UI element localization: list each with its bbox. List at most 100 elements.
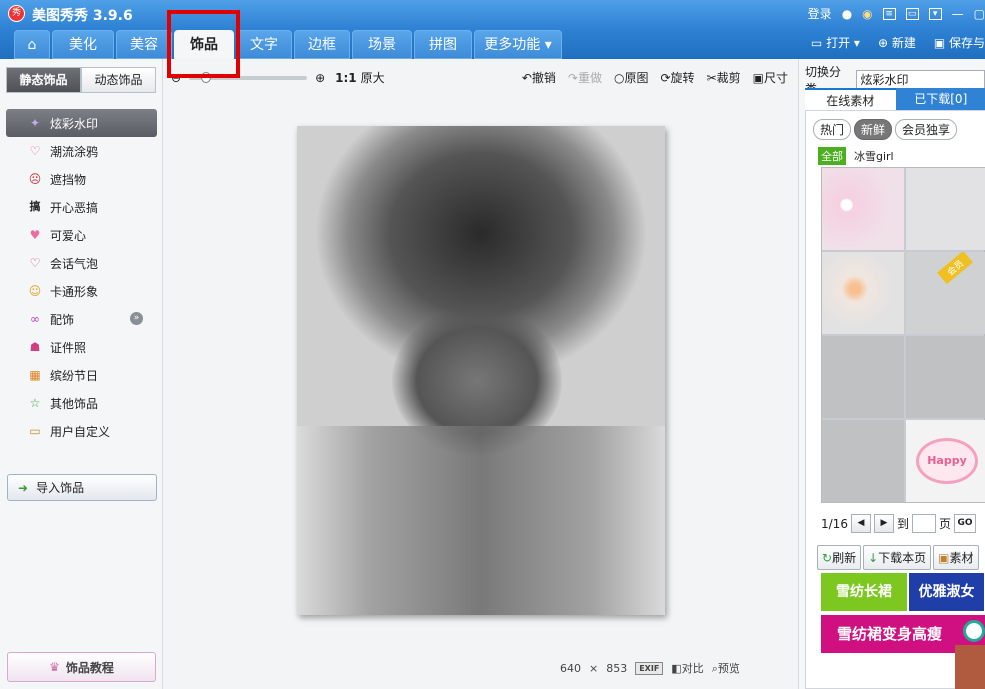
ad-logo-icon[interactable]	[963, 620, 985, 642]
category-label: 潮流涂鸦	[50, 144, 99, 159]
rotate-button[interactable]: ⟳旋转	[660, 69, 694, 86]
crop-button[interactable]: ✂裁剪	[707, 69, 741, 86]
folder-icon: ▭	[29, 424, 41, 438]
download-page-button[interactable]: ↓下载本页	[863, 545, 932, 570]
photo-canvas[interactable]	[297, 126, 665, 615]
ad-corner-image[interactable]	[955, 645, 985, 689]
new-button[interactable]: ⊕ 新建	[878, 34, 916, 51]
category-item[interactable]: ♡ 会话气泡	[6, 249, 157, 277]
page-unit-label: 页	[938, 517, 951, 531]
tab-downloaded[interactable]: 已下载[0]	[895, 88, 985, 110]
tab-beautify[interactable]: 美化	[52, 30, 114, 59]
undo-button[interactable]: ↶撤销	[522, 69, 556, 86]
tab-decorations[interactable]: 饰品	[174, 30, 234, 59]
category-select[interactable]: 炫彩水印	[856, 70, 985, 90]
material-thumbnail[interactable]	[906, 336, 985, 418]
exif-button[interactable]: EXIF	[635, 661, 664, 675]
category-item[interactable]: ♡ 潮流涂鸦	[6, 137, 157, 165]
author-filter: 全部 冰雪girl	[818, 147, 894, 165]
tab-scene[interactable]: 场景	[352, 30, 412, 59]
ad-banner[interactable]: 优雅淑女	[909, 573, 984, 611]
material-label: 素材	[949, 551, 974, 565]
undo-icon: ↶	[521, 71, 532, 85]
image-width: 640	[560, 661, 581, 675]
tab-online-materials[interactable]: 在线素材	[805, 88, 896, 110]
category-label: 缤纷节日	[50, 368, 99, 383]
qq-icon[interactable]: ●	[842, 7, 852, 21]
category-item[interactable]: ☹ 遮挡物	[6, 165, 157, 193]
menu-dropdown-icon[interactable]: ▾	[928, 7, 942, 20]
chip-hot[interactable]: 热门	[813, 119, 852, 140]
author-filter-item[interactable]: 冰雪girl	[854, 148, 894, 164]
all-filter[interactable]: 全部	[818, 147, 846, 165]
category-item[interactable]: ✦ 炫彩水印	[6, 109, 157, 137]
import-decoration-button[interactable]: ➜ 导入饰品	[7, 474, 157, 501]
dynamic-decorations-tab[interactable]: 动态饰品	[81, 67, 156, 93]
chip-vip-only[interactable]: 会员独享	[895, 119, 958, 140]
tab-collage[interactable]: 拼图	[414, 30, 472, 59]
category-item[interactable]: ♥ 可爱心	[6, 221, 157, 249]
minimize-icon[interactable]: —	[952, 7, 964, 21]
material-button[interactable]: ▣素材	[933, 545, 979, 570]
open-button[interactable]: ▭ 打开 ▾	[811, 34, 860, 51]
save-button[interactable]: ▣ 保存与	[934, 34, 985, 51]
preview-button[interactable]: ⌕预览	[712, 660, 740, 676]
category-item[interactable]: ∞ 配饰 »	[6, 305, 157, 333]
main-tab-bar: ⌂ 美化 美容 饰品 文字 边框 场景 拼图 更多功能 ▾ ▭ 打开 ▾ ⊕ 新…	[0, 28, 985, 59]
tab-beauty[interactable]: 美容	[116, 30, 172, 59]
material-thumbnail[interactable]: Happy	[906, 420, 985, 502]
redo-icon: ↷	[567, 71, 578, 85]
resize-button[interactable]: ▣尺寸	[753, 69, 788, 86]
refresh-button[interactable]: ↻刷新	[817, 545, 862, 570]
rotate-label: 旋转	[670, 71, 695, 85]
compare-label: 对比	[681, 662, 704, 675]
material-thumbnail[interactable]	[822, 336, 904, 418]
redo-label: 重做	[577, 71, 602, 85]
tab-more-features[interactable]: 更多功能 ▾	[474, 30, 562, 59]
zoom-in-icon[interactable]: ⊕	[315, 71, 325, 85]
compare-button[interactable]: ◧对比	[671, 660, 703, 676]
zoom-slider-knob[interactable]	[201, 71, 212, 83]
redo-button[interactable]: ↷重做	[568, 69, 602, 86]
rotate-icon: ⟳	[660, 71, 671, 85]
ratio-label[interactable]: 1:1	[335, 71, 357, 85]
expand-chevron-icon[interactable]: »	[130, 312, 143, 325]
prev-page-button[interactable]: ◀	[850, 514, 871, 533]
status-bar: 640 × 853 EXIF ◧对比 ⌕预览	[560, 660, 740, 676]
zoom-slider[interactable]	[189, 71, 308, 83]
category-item[interactable]: ▭ 用户自定义	[6, 417, 157, 445]
category-item[interactable]: ☆ 其他饰品	[6, 389, 157, 417]
right-panel: 切换分类 炫彩水印 在线素材 已下载[0] 热门 新鲜 会员独享 全部 冰雪gi…	[798, 59, 985, 689]
document-icon[interactable]: ≡	[882, 7, 896, 20]
go-button[interactable]: GO	[953, 514, 976, 533]
weibo-icon[interactable]: ◉	[862, 7, 872, 21]
material-thumbnail[interactable]	[822, 252, 904, 334]
tab-home[interactable]: ⌂	[14, 30, 50, 59]
tab-frame[interactable]: 边框	[294, 30, 350, 59]
category-item[interactable]: ☗ 证件照	[6, 333, 157, 361]
speech-bubble-icon: ♡	[29, 256, 41, 270]
static-decorations-tab[interactable]: 静态饰品	[6, 67, 81, 93]
message-icon[interactable]: ▭	[905, 7, 919, 20]
chip-fresh[interactable]: 新鲜	[854, 119, 893, 140]
ad-banner[interactable]: 雪纺长裙	[821, 573, 907, 611]
next-page-button[interactable]: ▶	[873, 514, 894, 533]
tutorial-label: 饰品教程	[65, 660, 114, 675]
decoration-tutorial-button[interactable]: ♛ 饰品教程	[7, 652, 156, 682]
category-item[interactable]: ☺ 卡通形象	[6, 277, 157, 305]
login-link[interactable]: 登录	[808, 5, 832, 22]
maximize-icon[interactable]: ▢	[974, 7, 985, 21]
page-number-input[interactable]	[911, 514, 936, 533]
material-thumbnail[interactable]	[906, 168, 985, 250]
category-item[interactable]: ▦ 缤纷节日	[6, 361, 157, 389]
zoom-out-icon[interactable]: ⊖	[171, 71, 181, 85]
original-size-button[interactable]: 原大	[361, 69, 385, 86]
material-thumbnail[interactable]	[822, 168, 904, 250]
page-indicator: 1/16	[821, 516, 848, 531]
tab-text[interactable]: 文字	[236, 30, 292, 59]
category-item[interactable]: 搞开心恶搞	[6, 193, 157, 221]
original-image-button[interactable]: ○原图	[614, 69, 649, 86]
material-thumbnail[interactable]: 会员	[906, 252, 985, 334]
left-panel: 静态饰品 动态饰品 ✦ 炫彩水印 ♡ 潮流涂鸦 ☹ 遮挡物 搞开心恶搞 ♥ 可爱心 ♡ 会…	[0, 59, 163, 689]
material-thumbnail[interactable]	[822, 420, 904, 502]
